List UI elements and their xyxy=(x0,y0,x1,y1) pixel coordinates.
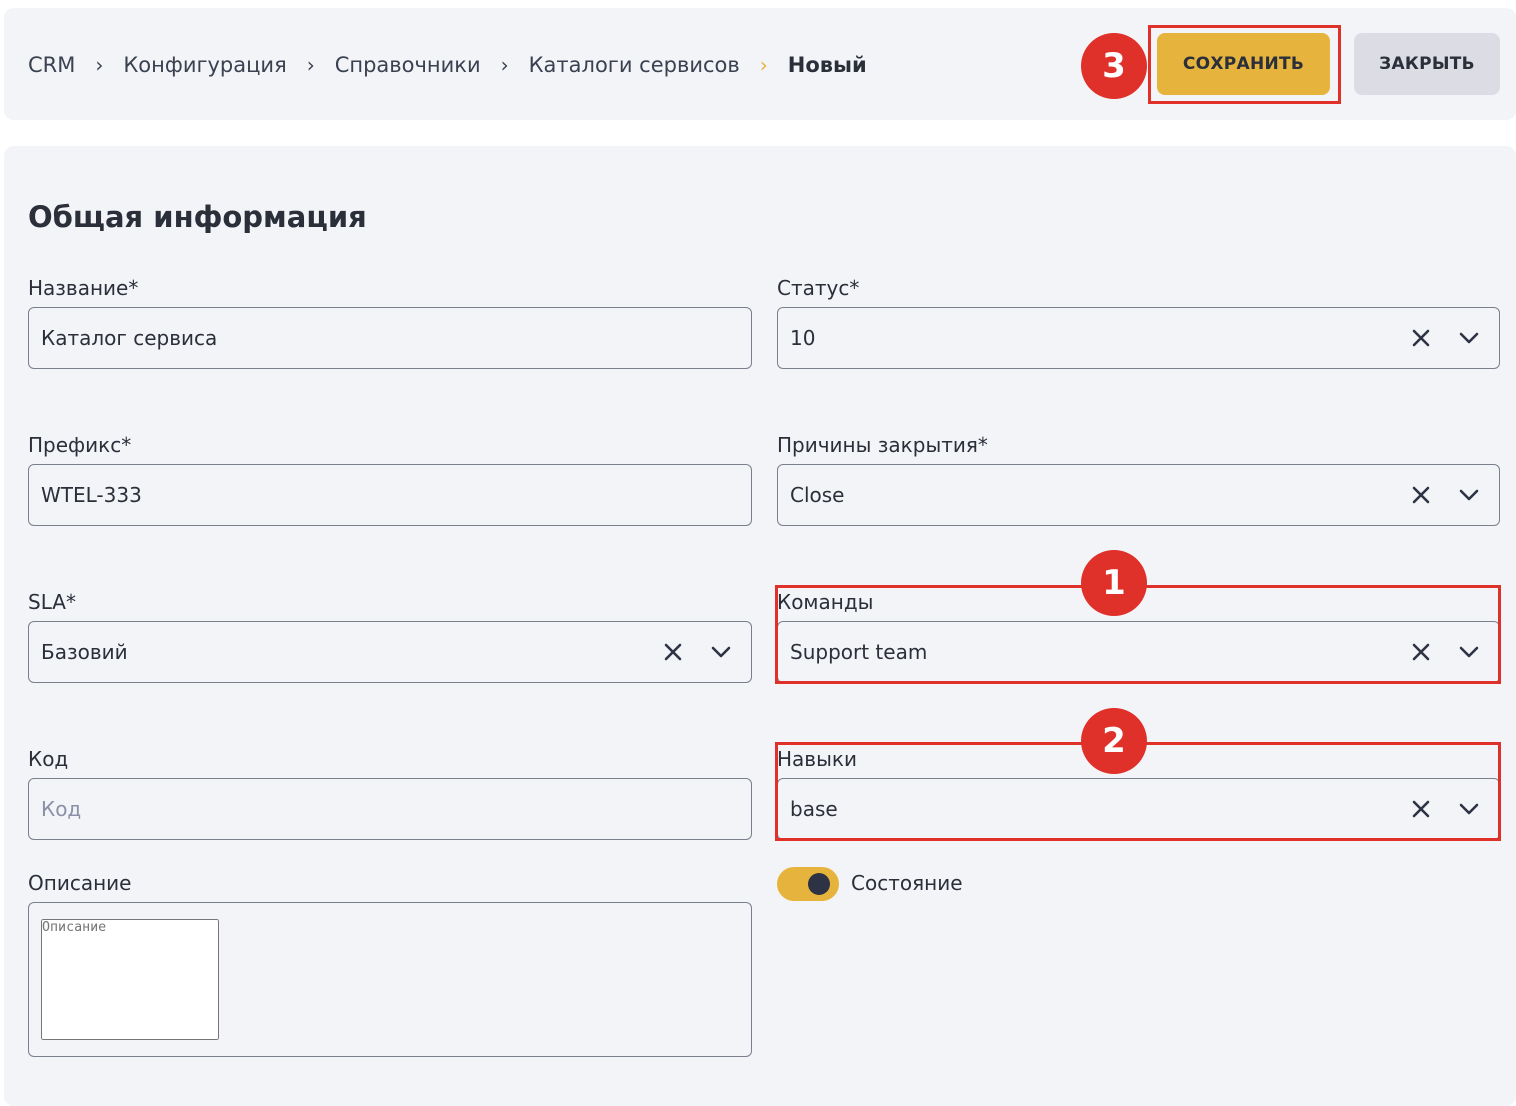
skills-select[interactable]: base xyxy=(777,778,1500,840)
close-button[interactable]: ЗАКРЫТЬ xyxy=(1354,33,1500,95)
name-field[interactable] xyxy=(28,307,752,369)
chevron-right-icon: › xyxy=(500,53,509,77)
save-button[interactable]: СОХРАНИТЬ xyxy=(1157,33,1330,95)
skills-label: Навыки xyxy=(777,747,857,771)
clear-icon[interactable] xyxy=(657,636,689,668)
chevron-down-icon[interactable] xyxy=(1453,479,1485,511)
clear-icon[interactable] xyxy=(1405,636,1437,668)
annotation-badge-3: 3 xyxy=(1081,33,1147,99)
annotation-badge-1: 1 xyxy=(1081,550,1147,616)
prefix-input[interactable] xyxy=(41,483,751,507)
chevron-right-icon: › xyxy=(95,53,104,77)
chevron-down-icon[interactable] xyxy=(1453,322,1485,354)
toggle-knob xyxy=(808,873,830,895)
teams-select[interactable]: Support team xyxy=(777,621,1500,683)
skills-value: base xyxy=(790,797,838,821)
chevron-right-icon: › xyxy=(759,53,768,77)
prefix-field[interactable] xyxy=(28,464,752,526)
breadcrumb-item-configuration[interactable]: Конфигурация xyxy=(123,53,286,77)
chevron-right-icon: › xyxy=(306,53,315,77)
prefix-label: Префикс* xyxy=(28,433,132,457)
clear-icon[interactable] xyxy=(1405,793,1437,825)
clear-icon[interactable] xyxy=(1405,479,1437,511)
state-toggle[interactable] xyxy=(777,867,839,901)
breadcrumb-item-directories[interactable]: Справочники xyxy=(335,53,481,77)
close-reasons-select[interactable]: Close xyxy=(777,464,1500,526)
chevron-down-icon[interactable] xyxy=(705,636,737,668)
breadcrumb-item-current: Новый xyxy=(787,53,867,77)
description-label: Описание xyxy=(28,871,132,895)
sla-value: Базовий xyxy=(41,640,128,664)
clear-icon[interactable] xyxy=(1405,322,1437,354)
close-reasons-value: Close xyxy=(790,483,845,507)
chevron-down-icon[interactable] xyxy=(1453,636,1485,668)
sla-label: SLA* xyxy=(28,590,76,614)
code-field[interactable] xyxy=(28,778,752,840)
code-label: Код xyxy=(28,747,69,771)
teams-value: Support team xyxy=(790,640,928,664)
sla-select[interactable]: Базовий xyxy=(28,621,752,683)
status-select[interactable]: 10 xyxy=(777,307,1500,369)
name-input[interactable] xyxy=(41,326,751,350)
description-textarea[interactable] xyxy=(41,919,219,1040)
annotation-badge-2: 2 xyxy=(1081,708,1147,774)
status-value: 10 xyxy=(790,326,816,350)
breadcrumb-item-service-catalogs[interactable]: Каталоги сервисов xyxy=(529,53,740,77)
close-reasons-label: Причины закрытия* xyxy=(777,433,988,457)
section-title: Общая информация xyxy=(28,200,367,234)
breadcrumb-item-crm[interactable]: CRM xyxy=(28,53,75,77)
code-input[interactable] xyxy=(41,797,751,821)
teams-label: Команды xyxy=(777,590,874,614)
status-label: Статус* xyxy=(777,276,860,300)
breadcrumb: CRM › Конфигурация › Справочники › Катал… xyxy=(28,49,867,81)
state-label: Состояние xyxy=(851,871,963,895)
chevron-down-icon[interactable] xyxy=(1453,793,1485,825)
name-label: Название* xyxy=(28,276,139,300)
description-field[interactable] xyxy=(28,902,752,1057)
